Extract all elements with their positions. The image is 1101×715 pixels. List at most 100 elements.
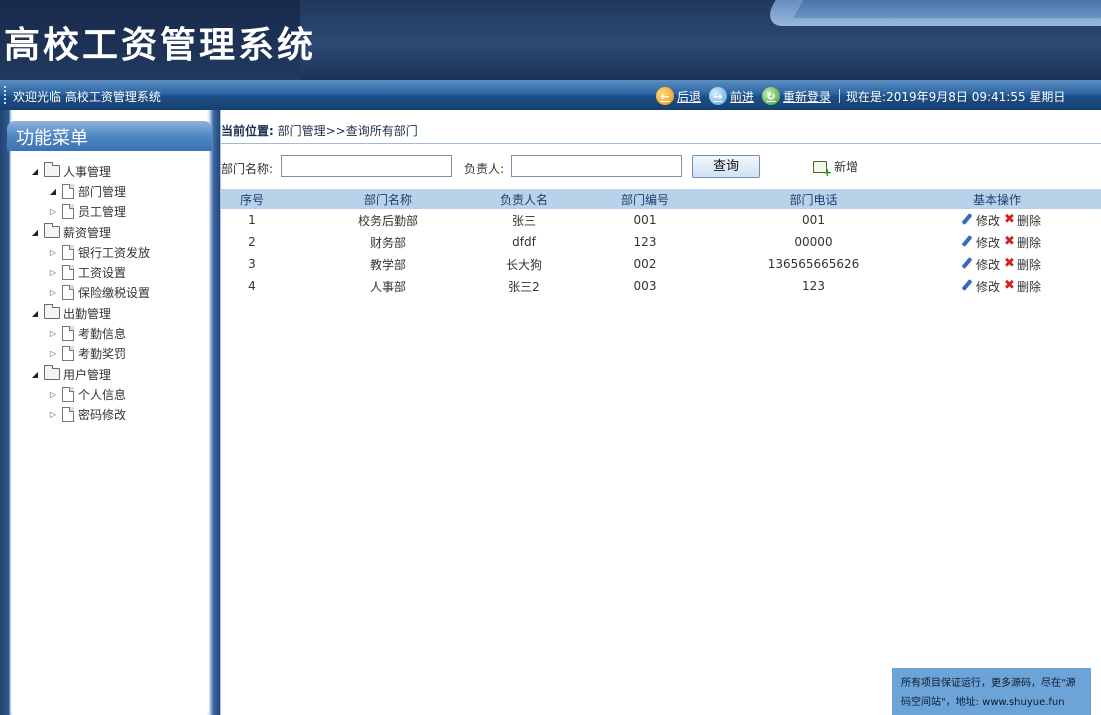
column-header: 部门编号	[555, 189, 735, 209]
add-label: 新增	[834, 160, 859, 174]
cell-manager: 张三	[511, 213, 536, 228]
menu-item-label: 个人信息	[78, 387, 127, 402]
edit-button[interactable]: 修改	[963, 256, 1000, 273]
dept-name-input[interactable]	[281, 155, 452, 177]
delete-button[interactable]: ✖ 删除	[1004, 212, 1041, 229]
menu-item-label: 考勤信息	[78, 327, 127, 342]
query-button[interactable]: 查询	[692, 155, 760, 178]
table-row: 4 人事部 张三2 003 123 修改 ✖ 删除	[221, 275, 1101, 297]
sidebar: 功能菜单 ◢ 人事管理 ◢ 部门管理 ▷ 员工管理 ◢ 薪资管理 ▷ 银行工资发…	[0, 110, 220, 715]
collapse-triangle-icon[interactable]: ◢	[29, 370, 41, 379]
delete-button[interactable]: ✖ 删除	[1004, 234, 1041, 251]
delete-label: 删除	[1017, 279, 1042, 294]
pencil-icon	[963, 215, 973, 225]
cell-actions: 修改 ✖ 删除	[892, 231, 1101, 253]
back-arrow-icon: ←	[656, 87, 674, 105]
relogin-button[interactable]: ↻ 重新登录	[762, 87, 831, 105]
column-header: 部门电话	[735, 189, 892, 209]
menu-item-change-password[interactable]: ▷ 密码修改	[29, 405, 150, 425]
expand-triangle-icon[interactable]: ▷	[47, 410, 59, 419]
add-button[interactable]: 新增	[813, 158, 859, 179]
collapse-triangle-icon[interactable]: ◢	[29, 167, 41, 176]
file-icon	[62, 285, 74, 301]
menu-body: ◢ 人事管理 ◢ 部门管理 ▷ 员工管理 ◢ 薪资管理 ▷ 银行工资发放 ▷ 工…	[11, 151, 209, 711]
cell-dept-phone: 136565665626	[767, 257, 860, 271]
expand-triangle-icon[interactable]: ▷	[47, 248, 59, 257]
menu-item-department[interactable]: ◢ 部门管理	[29, 181, 150, 201]
menu-item-attendance-info[interactable]: ▷ 考勤信息	[29, 323, 150, 343]
menu-header: 功能菜单	[7, 121, 212, 151]
top-nav: ← 后退 → 前进 ↻ 重新登录 现在是:2019年9月8日 09:41:55 …	[656, 86, 1065, 106]
expand-triangle-icon[interactable]: ▷	[47, 349, 59, 358]
delete-x-icon: ✖	[1004, 277, 1015, 293]
delete-label: 删除	[1017, 257, 1042, 272]
column-header: 部门名称	[283, 189, 493, 209]
cell-manager: 张三2	[508, 279, 540, 294]
menu-group-attendance[interactable]: ◢ 出勤管理	[29, 303, 150, 323]
menu-item-salary-settings[interactable]: ▷ 工资设置	[29, 262, 150, 282]
file-icon	[62, 244, 74, 260]
expand-triangle-icon[interactable]: ▷	[47, 207, 59, 216]
menu-group-user[interactable]: ◢ 用户管理	[29, 364, 150, 384]
cell-dept-phone: 00000	[794, 235, 833, 249]
app-title: 高校工资管理系统	[4, 25, 317, 66]
menu-item-label: 员工管理	[78, 205, 127, 220]
forward-button[interactable]: → 前进	[709, 87, 754, 105]
delete-label: 删除	[1017, 213, 1042, 228]
back-button[interactable]: ← 后退	[656, 87, 701, 105]
breadcrumb-prefix: 当前位置:	[221, 124, 274, 138]
menu-item-employee[interactable]: ▷ 员工管理	[29, 202, 150, 222]
menu-item-personal-info[interactable]: ▷ 个人信息	[29, 384, 150, 404]
cell-dept-name: 校务后勤部	[357, 213, 418, 228]
column-header: 序号	[221, 189, 283, 209]
menu-item-label: 工资设置	[78, 266, 127, 281]
delete-x-icon: ✖	[1004, 255, 1015, 271]
collapse-triangle-icon[interactable]: ◢	[29, 309, 41, 318]
menu-item-label: 密码修改	[78, 408, 127, 423]
pencil-icon	[963, 281, 973, 291]
column-header: 负责人名	[493, 189, 555, 209]
file-icon	[62, 204, 74, 220]
delete-button[interactable]: ✖ 删除	[1004, 278, 1041, 295]
relogin-icon: ↻	[762, 87, 781, 105]
top-toolbar: 欢迎光临 高校工资管理系统 ← 后退 → 前进 ↻ 重新登录 现在是:2019年…	[0, 80, 1101, 110]
expand-triangle-icon[interactable]: ▷	[47, 268, 59, 277]
promo-notice: 所有项目保证运行，更多源码，尽在"源码空间站"，地址: www.shuyue.f…	[892, 668, 1091, 715]
menu-group-label: 用户管理	[63, 367, 112, 382]
collapse-triangle-icon[interactable]: ◢	[29, 228, 41, 237]
menu-item-bank-salary[interactable]: ▷ 银行工资发放	[29, 242, 150, 262]
table-row: 1 校务后勤部 张三 001 001 修改 ✖ 删除	[221, 209, 1101, 231]
cell-dept-name: 人事部	[369, 279, 406, 294]
dept-name-label: 部门名称:	[221, 162, 274, 176]
file-icon	[62, 265, 74, 281]
menu-group-hr[interactable]: ◢ 人事管理	[29, 161, 150, 181]
forward-label: 前进	[730, 89, 755, 104]
folder-icon	[44, 223, 60, 239]
collapse-triangle-icon[interactable]: ◢	[47, 187, 59, 196]
delete-button[interactable]: ✖ 删除	[1004, 256, 1041, 273]
menu-item-insurance-tax[interactable]: ▷ 保险缴税设置	[29, 283, 150, 303]
menu-item-attendance-rewards[interactable]: ▷ 考勤奖罚	[29, 344, 150, 364]
cell-dept-code: 002	[633, 257, 657, 271]
file-icon	[62, 326, 74, 342]
expand-triangle-icon[interactable]: ▷	[47, 329, 59, 338]
column-header: 基本操作	[892, 189, 1101, 209]
edit-button[interactable]: 修改	[963, 234, 1000, 251]
cell-dept-phone: 123	[802, 279, 825, 293]
cell-dept-name: 财务部	[369, 235, 406, 250]
edit-button[interactable]: 修改	[963, 212, 1000, 229]
expand-triangle-icon[interactable]: ▷	[47, 390, 59, 399]
toolbar-grip	[4, 86, 6, 104]
folder-icon	[44, 365, 60, 381]
expand-triangle-icon[interactable]: ▷	[47, 288, 59, 297]
menu-group-salary[interactable]: ◢ 薪资管理	[29, 222, 150, 242]
current-datetime: 现在是:2019年9月8日 09:41:55 星期日	[846, 89, 1066, 104]
pencil-icon	[963, 259, 973, 269]
breadcrumb-path: 部门管理>>查询所有部门	[273, 124, 418, 138]
folder-icon	[44, 304, 60, 320]
edit-button[interactable]: 修改	[963, 278, 1000, 295]
header-decoration-inner	[793, 0, 1101, 18]
manager-input[interactable]	[511, 155, 682, 177]
delete-x-icon: ✖	[1004, 233, 1015, 249]
forward-arrow-icon: →	[709, 87, 728, 105]
